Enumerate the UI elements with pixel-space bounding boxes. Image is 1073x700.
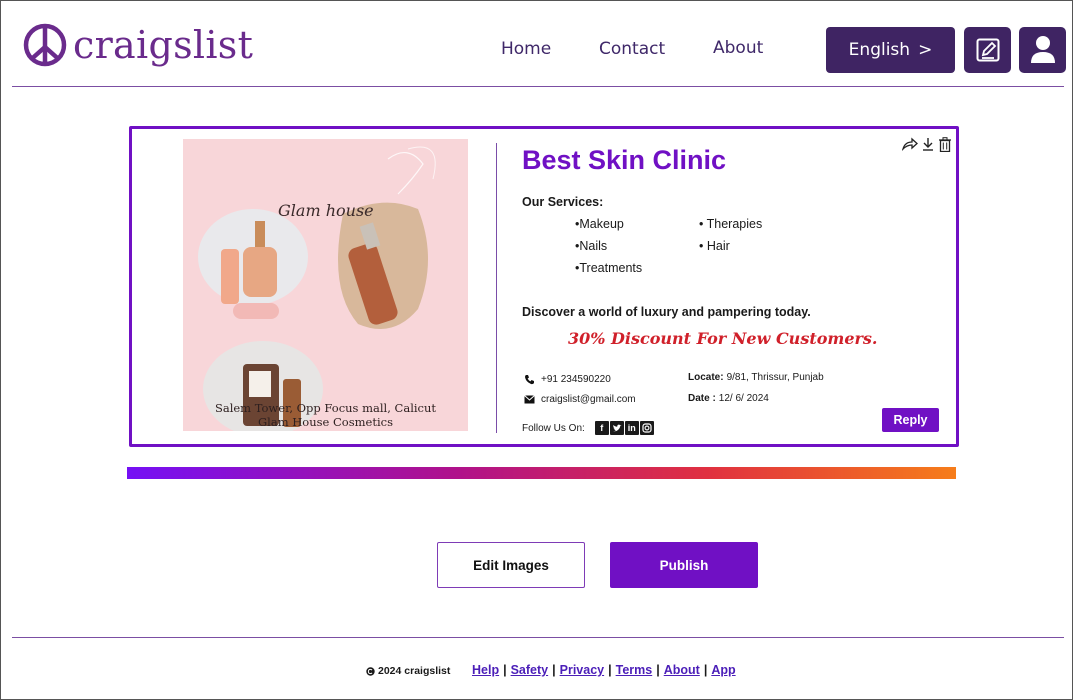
image-caption-brand: Glam House Cosmetics [258,415,393,429]
footer-divider [12,637,1064,638]
link-separator: | [503,663,507,677]
image-caption-address: Salem Tower, Opp Focus mall, Calicut [214,401,437,415]
date-row: Date : 12/ 6/ 2024 [688,393,769,404]
social-row: Follow Us On: f in [522,421,654,435]
facebook-icon[interactable]: f [594,421,609,435]
service-item: •Treatments [575,261,643,275]
listing-title: Best Skin Clinic [522,145,727,175]
copyright-text: 2024 craigslist [378,665,451,677]
gradient-divider [127,467,956,479]
share-icon[interactable] [902,137,918,151]
copyright: 2024 craigslist [366,665,450,677]
date-value: 12/ 6/ 2024 [718,393,769,404]
mail-icon [524,395,535,404]
email-row: craigslist@gmail.com [524,394,636,405]
locate-label: Locate: [688,372,724,383]
image-script-text: Glam house [278,201,374,220]
footer-link-terms[interactable]: Terms [616,663,653,677]
follow-label: Follow Us On: [522,422,585,434]
phone-number: +91 234590220 [541,374,611,385]
download-icon[interactable] [921,137,935,151]
link-separator: | [703,663,708,677]
product-collage [198,146,436,431]
logo-text: craigslist [73,23,254,67]
service-item: •Nails [575,239,608,253]
user-button[interactable] [1019,27,1066,73]
language-label: English [848,40,911,60]
user-icon [1030,36,1055,63]
tagline: Discover a world of luxury and pampering… [522,305,811,319]
footer-link-app[interactable]: App [711,663,735,677]
card-tools [902,137,952,152]
link-separator: | [608,663,612,677]
footer-link-safety[interactable]: Safety [511,663,549,677]
link-separator: | [656,663,660,677]
logo[interactable]: craigslist [23,23,253,67]
footer-link-help[interactable]: Help [472,663,499,677]
email-address: craigslist@gmail.com [541,394,636,405]
listing-image: Glam house Salem Tower, Opp Focus mall, … [183,139,468,431]
instagram-icon[interactable] [639,421,654,435]
link-separator: | [552,663,556,677]
footer-link-about[interactable]: About [664,663,700,677]
chevron-right-icon: > [918,40,933,60]
copyright-icon [366,666,375,676]
peace-logo-icon [23,23,67,67]
nav-contact[interactable]: Contact [599,39,665,59]
locate-row: Locate: 9/81, Thrissur, Punjab [688,372,824,383]
nav-home[interactable]: Home [501,39,551,59]
discount-text: 30% Discount For New Customers. [568,329,878,348]
date-label: Date : [688,393,716,404]
service-item: • Therapies [699,217,763,231]
card-divider [496,143,497,433]
twitter-icon[interactable] [609,421,624,435]
locate-value: 9/81, Thrissur, Punjab [726,372,824,383]
edit-images-button[interactable]: Edit Images [437,542,585,588]
edit-icon [976,38,999,62]
edit-button[interactable] [964,27,1011,73]
header-divider [12,86,1064,87]
delete-icon[interactable] [938,137,952,152]
services-heading: Our Services: [522,195,604,209]
publish-button[interactable]: Publish [610,542,758,588]
nav-about[interactable]: About [713,38,763,58]
footer-link-privacy[interactable]: Privacy [560,663,604,677]
service-item: • Hair [699,239,730,253]
language-button[interactable]: English > [826,27,955,73]
phone-row: +91 234590220 [524,374,611,385]
listing-card: Glam house Salem Tower, Opp Focus mall, … [129,126,959,447]
service-item: •Makeup [575,217,624,231]
linkedin-icon[interactable]: in [624,421,639,435]
footer-links: Help | Safety | Privacy | Terms | About | App [472,663,736,677]
reply-button[interactable]: Reply [882,408,939,432]
phone-icon [525,375,534,385]
